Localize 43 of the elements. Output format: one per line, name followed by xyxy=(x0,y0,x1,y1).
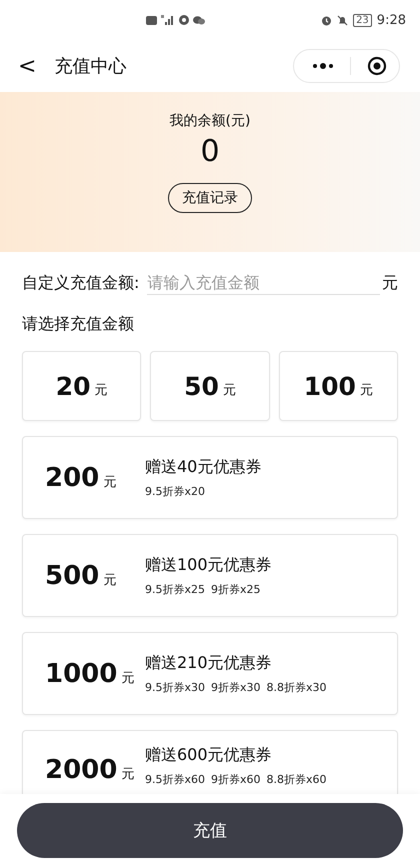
alarm-icon xyxy=(321,14,332,26)
coupon-text: 9.5折券x20 xyxy=(145,484,206,498)
section-title: 请选择充值金额 xyxy=(21,313,135,335)
package-unit: 元 xyxy=(103,474,116,490)
coupon-text: 9折券x60 xyxy=(211,772,261,787)
package-card[interactable]: 1000 元 赠送210元优惠券 9.5折券x30 9折券x30 8.8折券x30 xyxy=(22,632,398,715)
package-amount: 1000 xyxy=(45,658,118,688)
package-amount: 2000 xyxy=(45,755,118,785)
page-title: 充值中心 xyxy=(54,55,128,78)
back-button[interactable]: < xyxy=(12,54,42,78)
battery-level: 23 xyxy=(353,14,372,26)
history-button[interactable]: 充值记录 xyxy=(168,183,252,213)
coupon-text: 8.8折券x30 xyxy=(266,680,327,694)
chat-icon xyxy=(193,16,205,24)
coupon-text: 9.5折券x25 xyxy=(145,582,206,596)
coupon-text: 8.8折券x60 xyxy=(266,772,327,787)
coupon-text: 9折券x30 xyxy=(211,680,261,694)
package-unit: 元 xyxy=(121,766,134,783)
balance-label: 我的余额(元) xyxy=(170,112,250,130)
coupon-text: 9折券x25 xyxy=(211,582,261,596)
bonus-text: 赠送600元优惠券 xyxy=(145,745,273,766)
package-unit: 元 xyxy=(121,670,134,686)
bonus-text: 赠送100元优惠券 xyxy=(145,554,272,576)
more-icon[interactable] xyxy=(312,63,334,69)
package-amount: 500 xyxy=(45,560,100,590)
amount-option[interactable]: 100 元 xyxy=(278,351,398,421)
balance-value: 0 xyxy=(200,134,220,169)
clock: 9:28 xyxy=(376,12,406,28)
amount-option[interactable]: 20 元 xyxy=(22,351,142,421)
custom-amount-label: 自定义充值金额: xyxy=(22,272,140,294)
signal-icon xyxy=(161,15,175,25)
amount-option[interactable]: 50 元 xyxy=(150,351,270,421)
unit-label: 元 xyxy=(382,272,398,294)
package-unit: 元 xyxy=(103,572,116,588)
bonus-text: 赠送40元优惠券 xyxy=(145,456,262,478)
coupon-text: 9.5折券x30 xyxy=(145,680,206,694)
package-card[interactable]: 500 元 赠送100元优惠券 9.5折券x25 9折券x25 xyxy=(22,534,398,617)
muted-bell-icon xyxy=(337,14,348,26)
package-card[interactable]: 200 元 赠送40元优惠券 9.5折券x20 xyxy=(22,436,398,519)
bonus-text: 赠送210元优惠券 xyxy=(145,652,273,674)
package-amount: 200 xyxy=(45,462,100,492)
coupon-text: 9.5折券x60 xyxy=(145,772,206,787)
recharge-button[interactable]: 充值 xyxy=(17,802,403,858)
